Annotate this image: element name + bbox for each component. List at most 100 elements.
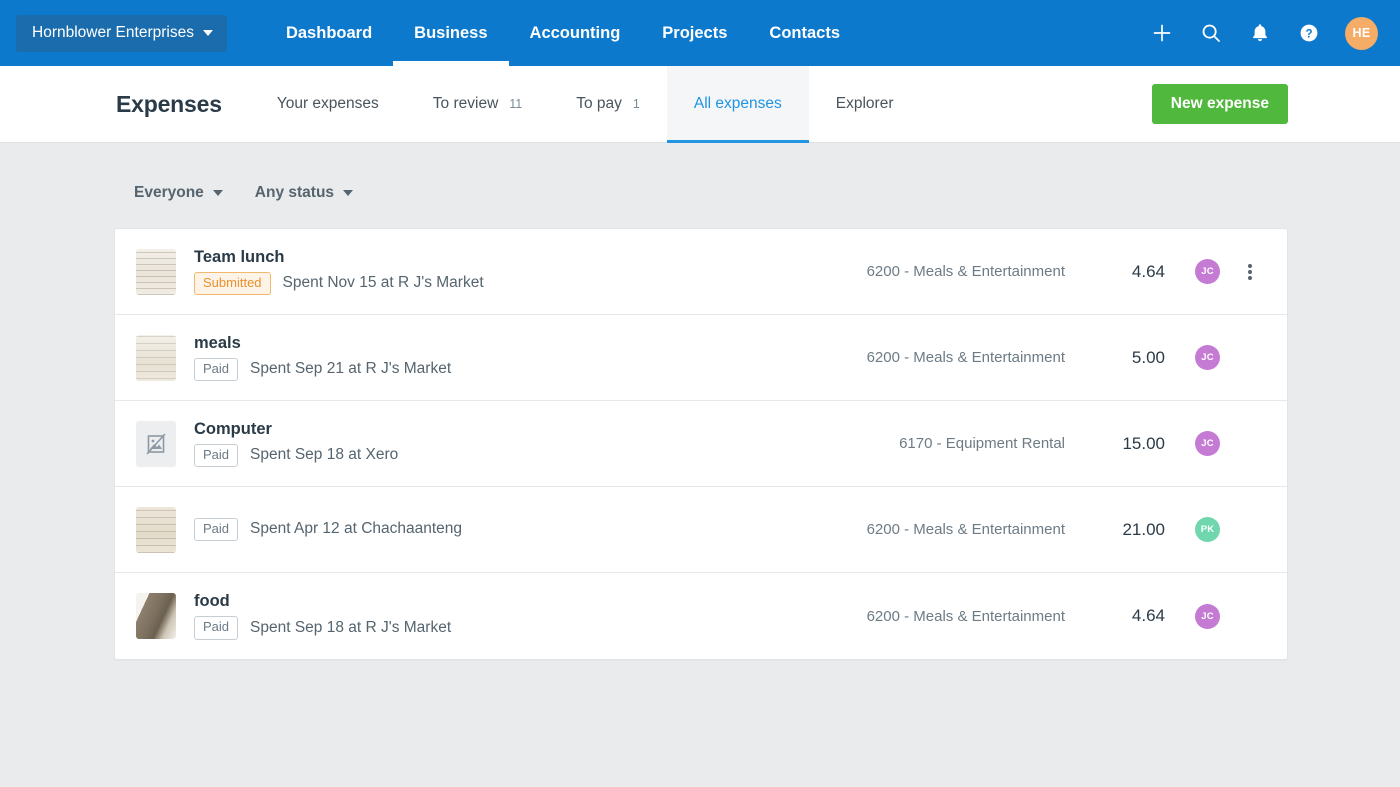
no-receipt-icon[interactable]: [136, 421, 176, 467]
expense-subline: Paid Spent Sep 21 at R J's Market: [194, 358, 847, 381]
expense-description: Spent Apr 12 at Chachaanteng: [250, 520, 462, 538]
nav-item-label: Business: [414, 24, 487, 43]
avatar-initials: JC: [1201, 611, 1214, 622]
expense-owner-avatar[interactable]: PK: [1195, 517, 1220, 542]
expense-details: Paid Spent Apr 12 at Chachaanteng: [194, 518, 847, 541]
kebab-dot: [1248, 264, 1252, 268]
receipt-thumbnail[interactable]: [136, 593, 176, 639]
nav-item-label: Dashboard: [286, 24, 372, 43]
nav-item-projects[interactable]: Projects: [641, 0, 748, 66]
expense-details: Computer Paid Spent Sep 18 at Xero: [194, 420, 879, 467]
avatar-initials: JC: [1201, 438, 1214, 449]
chevron-down-icon: [213, 190, 223, 196]
avatar-initials: HE: [1353, 26, 1371, 40]
expense-subline: Paid Spent Sep 18 at R J's Market: [194, 616, 847, 639]
tab-label: Explorer: [836, 95, 894, 113]
tab-label: Your expenses: [277, 95, 379, 113]
receipt-thumbnail[interactable]: [136, 249, 176, 295]
help-icon[interactable]: ?: [1296, 20, 1322, 46]
status-badge: Paid: [194, 518, 238, 541]
expense-title: Team lunch: [194, 248, 847, 267]
nav-item-label: Contacts: [769, 24, 840, 43]
table-row[interactable]: Team lunch Submitted Spent Nov 15 at R J…: [115, 229, 1287, 315]
tab-label: All expenses: [694, 95, 782, 113]
expense-list: Team lunch Submitted Spent Nov 15 at R J…: [114, 228, 1288, 660]
tab-count: 1: [633, 97, 640, 111]
page-title: Expenses: [0, 66, 250, 142]
nav-item-contacts[interactable]: Contacts: [748, 0, 861, 66]
top-navigation-actions: ? HE: [1149, 17, 1384, 50]
new-expense-button[interactable]: New expense: [1152, 84, 1288, 124]
table-row[interactable]: food Paid Spent Sep 18 at R J's Market 6…: [115, 573, 1287, 659]
bell-icon[interactable]: [1247, 20, 1273, 46]
expense-subline: Submitted Spent Nov 15 at R J's Market: [194, 272, 847, 295]
expense-title: meals: [194, 334, 847, 353]
receipt-thumbnail[interactable]: [136, 335, 176, 381]
expense-owner-avatar[interactable]: JC: [1195, 431, 1220, 456]
expense-tabs: Your expenses To review 11 To pay 1 All …: [250, 66, 921, 142]
receipt-thumbnail[interactable]: [136, 507, 176, 553]
tab-count: 11: [509, 97, 522, 111]
expense-account: 6200 - Meals & Entertainment: [867, 263, 1065, 280]
expense-subline: Paid Spent Sep 18 at Xero: [194, 444, 879, 467]
expense-description: Spent Nov 15 at R J's Market: [283, 274, 484, 292]
expense-account: 6200 - Meals & Entertainment: [867, 349, 1065, 366]
search-icon[interactable]: [1198, 20, 1224, 46]
chevron-down-icon: [343, 190, 353, 196]
kebab-dot: [1248, 270, 1252, 274]
top-navigation-bar: Hornblower Enterprises Dashboard Busines…: [0, 0, 1400, 66]
expense-account: 6170 - Equipment Rental: [899, 435, 1065, 452]
nav-item-accounting[interactable]: Accounting: [509, 0, 642, 66]
kebab-dot: [1248, 276, 1252, 280]
nav-item-dashboard[interactable]: Dashboard: [265, 0, 393, 66]
row-options-icon[interactable]: [1236, 262, 1264, 282]
page-content: Everyone Any status Team lunch Submitted…: [0, 143, 1400, 660]
new-expense-area: New expense: [1152, 66, 1400, 142]
avatar-initials: JC: [1201, 352, 1214, 363]
avatar-initials: JC: [1201, 266, 1214, 277]
tab-all-expenses[interactable]: All expenses: [667, 66, 809, 142]
main-menu: Dashboard Business Accounting Projects C…: [265, 0, 861, 66]
expense-title: food: [194, 592, 847, 611]
tab-to-pay[interactable]: To pay 1: [549, 66, 667, 142]
expense-amount: 5.00: [1093, 348, 1165, 368]
svg-text:?: ?: [1305, 28, 1312, 40]
table-row[interactable]: meals Paid Spent Sep 21 at R J's Market …: [115, 315, 1287, 401]
user-avatar[interactable]: HE: [1345, 17, 1378, 50]
expense-subline: Paid Spent Apr 12 at Chachaanteng: [194, 518, 847, 541]
expense-details: Team lunch Submitted Spent Nov 15 at R J…: [194, 248, 847, 295]
status-badge: Submitted: [194, 272, 271, 295]
expense-details: food Paid Spent Sep 18 at R J's Market: [194, 592, 847, 639]
expense-owner-avatar[interactable]: JC: [1195, 259, 1220, 284]
tab-explorer[interactable]: Explorer: [809, 66, 921, 142]
filter-bar: Everyone Any status: [0, 143, 1400, 206]
sub-navigation-bar: Expenses Your expenses To review 11 To p…: [0, 66, 1400, 143]
status-filter[interactable]: Any status: [255, 184, 353, 202]
status-filter-label: Any status: [255, 184, 334, 202]
plus-icon[interactable]: [1149, 20, 1175, 46]
chevron-down-icon: [203, 30, 213, 36]
people-filter-label: Everyone: [134, 184, 204, 202]
expense-account: 6200 - Meals & Entertainment: [867, 608, 1065, 625]
table-row[interactable]: Paid Spent Apr 12 at Chachaanteng 6200 -…: [115, 487, 1287, 573]
org-switcher-button[interactable]: Hornblower Enterprises: [16, 15, 227, 52]
expense-owner-avatar[interactable]: JC: [1195, 345, 1220, 370]
expense-amount: 4.64: [1093, 606, 1165, 626]
tab-to-review[interactable]: To review 11: [406, 66, 549, 142]
tab-label: To review: [433, 95, 498, 113]
status-badge: Paid: [194, 616, 238, 639]
expense-amount: 4.64: [1093, 262, 1165, 282]
expense-amount: 21.00: [1093, 520, 1165, 540]
people-filter[interactable]: Everyone: [134, 184, 223, 202]
table-row[interactable]: Computer Paid Spent Sep 18 at Xero 6170 …: [115, 401, 1287, 487]
expense-title: Computer: [194, 420, 879, 439]
tab-label: To pay: [576, 95, 622, 113]
nav-item-label: Projects: [662, 24, 727, 43]
avatar-initials: PK: [1201, 524, 1215, 535]
nav-item-business[interactable]: Business: [393, 0, 508, 66]
tab-your-expenses[interactable]: Your expenses: [250, 66, 406, 142]
nav-item-label: Accounting: [530, 24, 621, 43]
expense-owner-avatar[interactable]: JC: [1195, 604, 1220, 629]
status-badge: Paid: [194, 444, 238, 467]
org-name: Hornblower Enterprises: [32, 24, 194, 42]
